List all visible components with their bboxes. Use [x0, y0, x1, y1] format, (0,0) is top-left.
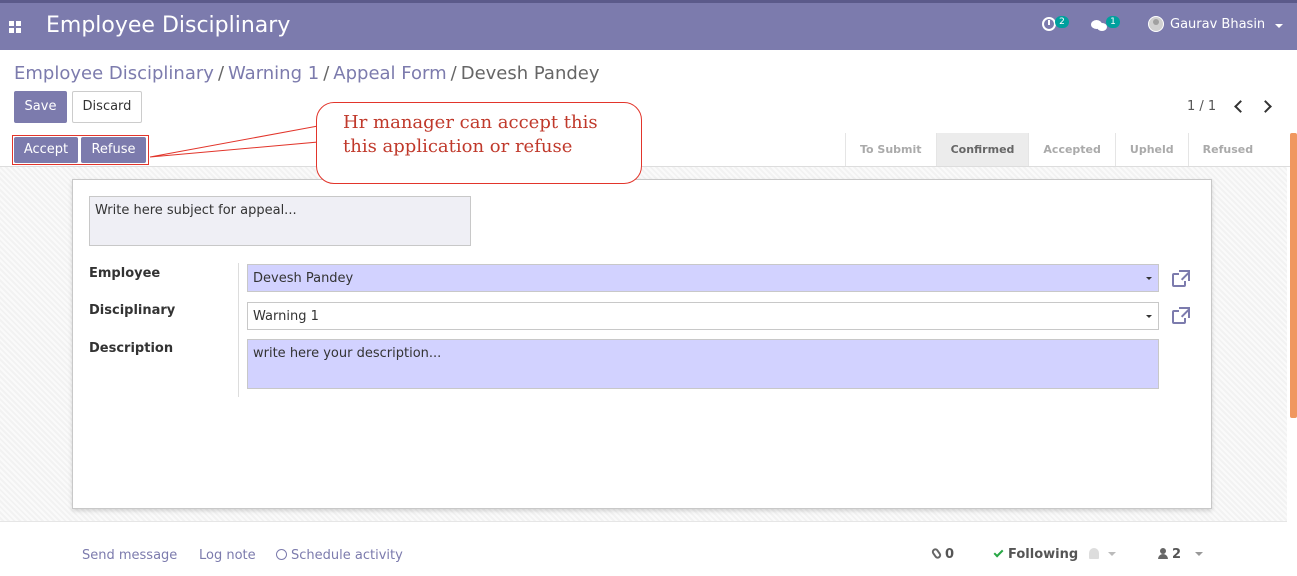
- annotation-highlight-box: [12, 135, 149, 165]
- breadcrumb-separator: /: [323, 63, 330, 84]
- clock-icon: [276, 549, 287, 560]
- stage-upheld[interactable]: Upheld: [1114, 133, 1188, 166]
- breadcrumb-item-warning[interactable]: Warning 1: [228, 63, 319, 84]
- user-menu-name[interactable]: Gaurav Bhasin: [1170, 17, 1265, 32]
- breadcrumb-item-appeal-form[interactable]: Appeal Form: [333, 63, 446, 84]
- employee-value: Devesh Pandey: [253, 271, 354, 286]
- pager-previous-icon[interactable]: [1233, 100, 1245, 112]
- breadcrumb-separator: /: [217, 63, 225, 84]
- attachments-count: 0: [945, 547, 955, 562]
- bell-icon[interactable]: [1089, 548, 1099, 559]
- following-label: Following: [1008, 547, 1079, 562]
- stage-to-submit[interactable]: To Submit: [845, 133, 936, 166]
- messages-chat-icon[interactable]: [1091, 19, 1107, 31]
- app-title[interactable]: Employee Disciplinary: [46, 13, 290, 38]
- stage-refused[interactable]: Refused: [1187, 133, 1268, 166]
- chatter-divider: [0, 521, 1287, 522]
- employee-field[interactable]: Devesh Pandey: [247, 264, 1159, 292]
- message-count-badge: 1: [1106, 16, 1120, 28]
- status-stages: To Submit Confirmed Accepted Upheld Refu…: [845, 133, 1268, 166]
- user-avatar[interactable]: [1148, 16, 1164, 32]
- apps-menu-icon[interactable]: [9, 21, 21, 33]
- schedule-activity-label: Schedule activity: [291, 548, 403, 563]
- user-menu-caret-icon[interactable]: [1275, 24, 1283, 28]
- pager-next-icon[interactable]: [1260, 100, 1272, 112]
- scrollbar[interactable]: [1290, 133, 1297, 418]
- stage-accepted[interactable]: Accepted: [1028, 133, 1115, 166]
- annotation-line-2: this application or refuse: [343, 136, 573, 157]
- employee-label: Employee: [89, 266, 161, 281]
- log-note-link[interactable]: Log note: [199, 548, 256, 563]
- followers-caret-icon[interactable]: [1195, 552, 1203, 556]
- form-sheet: Write here subject for appeal... Employe…: [72, 179, 1212, 509]
- followers-button[interactable]: 2: [1158, 547, 1181, 562]
- send-message-link[interactable]: Send message: [82, 548, 177, 563]
- check-icon: [993, 547, 1004, 558]
- subject-input[interactable]: Write here subject for appeal...: [89, 196, 471, 246]
- pager-value[interactable]: 1 / 1: [1187, 99, 1216, 114]
- activity-count-badge: 2: [1055, 16, 1069, 28]
- following-button[interactable]: Following: [993, 547, 1079, 562]
- label-divider: [238, 263, 239, 397]
- breadcrumb-current: Devesh Pandey: [460, 63, 600, 84]
- paperclip-icon: [930, 546, 943, 561]
- description-input[interactable]: write here your description...: [247, 339, 1159, 389]
- notification-caret-icon[interactable]: [1108, 552, 1116, 556]
- schedule-activity-link[interactable]: Schedule activity: [276, 548, 403, 563]
- save-button[interactable]: Save: [14, 91, 67, 123]
- disciplinary-field[interactable]: Warning 1: [247, 302, 1159, 330]
- followers-count: 2: [1172, 547, 1182, 562]
- breadcrumb: Employee Disciplinary / Warning 1/Appeal F…: [14, 63, 600, 84]
- disciplinary-value: Warning 1: [253, 309, 319, 324]
- breadcrumb-separator: /: [450, 63, 457, 84]
- employee-dropdown-caret-icon[interactable]: [1146, 277, 1152, 280]
- users-icon: [1158, 548, 1168, 559]
- attachments-button[interactable]: 0: [930, 546, 955, 562]
- disciplinary-dropdown-caret-icon[interactable]: [1146, 315, 1152, 318]
- disciplinary-external-link-icon[interactable]: [1172, 307, 1190, 325]
- annotation-callout: Hr manager can accept this this applicat…: [316, 102, 642, 184]
- activity-clock-icon[interactable]: [1042, 17, 1056, 31]
- annotation-line-1: Hr manager can accept this: [343, 112, 598, 133]
- stage-confirmed[interactable]: Confirmed: [935, 133, 1029, 166]
- disciplinary-label: Disciplinary: [89, 303, 176, 318]
- employee-external-link-icon[interactable]: [1172, 270, 1190, 288]
- description-label: Description: [89, 341, 174, 356]
- discard-button[interactable]: Discard: [72, 91, 142, 123]
- breadcrumb-item-employee-disciplinary[interactable]: Employee Disciplinary: [14, 63, 214, 84]
